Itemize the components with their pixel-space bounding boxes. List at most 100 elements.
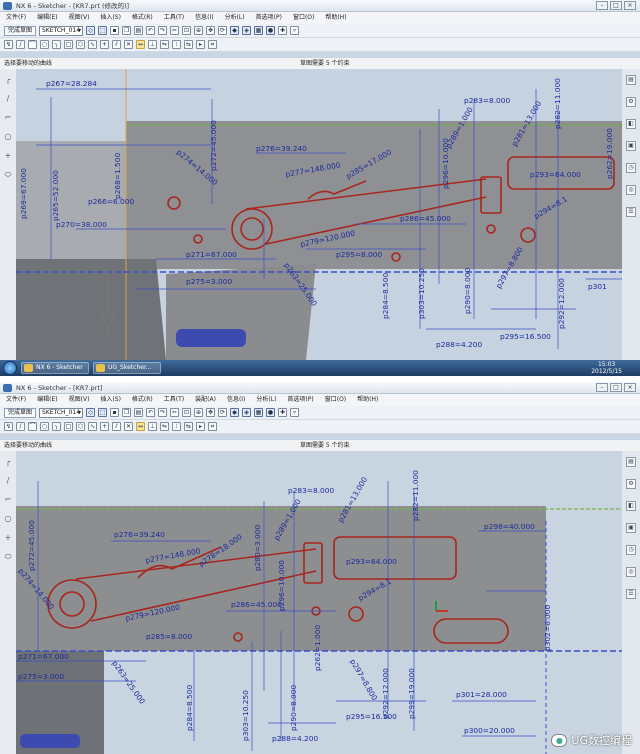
spline-icon[interactable]: ∿ (88, 40, 97, 49)
dim-p296[interactable]: p296=10.000 (441, 138, 450, 189)
dim-p303[interactable]: p303=10.250 (241, 690, 250, 741)
maximize-button[interactable]: □ (610, 1, 622, 10)
menu-window[interactable]: 窗口(O) (293, 12, 314, 24)
menu-analysis[interactable]: 分析(L) (256, 394, 276, 406)
copy-icon[interactable]: ❐ (122, 26, 132, 35)
ellipse-tool-icon[interactable]: ⬭ (5, 552, 12, 562)
menu-view[interactable]: 视图(V) (69, 394, 90, 406)
dim-p275[interactable]: p275=3.000 (18, 672, 64, 681)
shaded-view-icon[interactable]: ◆ (230, 26, 240, 35)
layer-icon[interactable]: ▦ (254, 408, 264, 417)
sketch-canvas[interactable]: p272=45.000 p276=39.240 p277=148.000 p27… (16, 451, 622, 754)
dim-p298[interactable]: p298=40.000 (484, 522, 535, 531)
dim-p276[interactable]: p276=39.240 (114, 530, 165, 539)
reattach-icon[interactable]: ⬚ (98, 26, 108, 35)
assembly-navigator-icon[interactable]: ▤ (626, 457, 636, 467)
minimize-button[interactable]: – (596, 1, 608, 10)
circle-icon[interactable]: ○ (40, 40, 49, 49)
dim-p268[interactable]: p268=1.500 (113, 153, 122, 199)
rotate-icon[interactable]: ⟳ (218, 408, 228, 417)
dim-p293[interactable]: p293=64.000 (530, 170, 581, 179)
save-icon[interactable]: ▪ (110, 26, 120, 35)
dim-p271[interactable]: p271=67.000 (18, 652, 69, 661)
menu-format[interactable]: 格式(R) (132, 394, 153, 406)
arc-icon[interactable]: ⌒ (28, 40, 37, 49)
dim-p284[interactable]: p284=8.500 (185, 685, 194, 731)
corner-tool-icon[interactable]: ⌐ (5, 113, 12, 122)
menu-tools[interactable]: 工具(T) (164, 394, 184, 406)
dim-p296[interactable]: p296=10.000 (277, 560, 286, 611)
menu-preferences[interactable]: 首选项(P) (287, 394, 313, 406)
dim-p301[interactable]: p301 (588, 282, 607, 291)
circle-tool-icon[interactable]: ○ (5, 514, 12, 523)
rectangle-icon[interactable]: □ (64, 40, 73, 49)
ellipse-tool-icon[interactable]: ⬭ (5, 170, 12, 180)
dim-p283[interactable]: p283=8.000 (464, 96, 510, 105)
menu-insert[interactable]: 插入(S) (100, 394, 121, 406)
arc-icon[interactable]: ⌒ (28, 422, 37, 431)
profile-icon[interactable]: ↯ (4, 40, 13, 49)
zoom-icon[interactable]: ⊕ (194, 26, 204, 35)
menu-info[interactable]: 信息(I) (227, 394, 245, 406)
arc-tool-icon[interactable]: ╭ (6, 457, 11, 466)
mirror-icon[interactable]: ⇋ (160, 422, 169, 431)
mirror-icon[interactable]: ⇋ (160, 40, 169, 49)
dim-p285[interactable]: p285=8.000 (146, 632, 192, 641)
paste-icon[interactable]: ▤ (134, 408, 144, 417)
maximize-button[interactable]: □ (610, 383, 622, 392)
dim-p295[interactable]: p295=8.000 (336, 250, 382, 259)
taskbar-item-nx[interactable]: NX 6 - Sketcher (21, 362, 89, 374)
cut-icon[interactable]: ✂ (170, 26, 180, 35)
select-filter-icon[interactable]: ▿ (290, 26, 300, 35)
menu-view[interactable]: 视图(V) (69, 12, 90, 24)
dim-p282[interactable]: p282=11.000 (553, 78, 562, 129)
menu-window[interactable]: 窗口(O) (325, 394, 346, 406)
constraint-navigator-icon[interactable]: ⚙ (626, 479, 636, 489)
menu-help[interactable]: 帮助(H) (325, 12, 346, 24)
snap-icon[interactable]: ✚ (278, 26, 288, 35)
point-icon[interactable]: + (100, 40, 109, 49)
history-icon[interactable]: ◷ (626, 545, 636, 555)
menu-edit[interactable]: 编辑(E) (37, 12, 57, 24)
wireframe-view-icon[interactable]: ◈ (242, 408, 252, 417)
convert-reference-icon[interactable]: ⇆ (184, 422, 193, 431)
dim-p286[interactable]: p286=45.000 (231, 600, 282, 609)
part-navigator-icon[interactable]: ◧ (626, 501, 636, 511)
redo-icon[interactable]: ↷ (158, 408, 168, 417)
dim-p272[interactable]: p272=45.000 (27, 520, 36, 571)
fillet-icon[interactable]: ╮ (52, 40, 61, 49)
dim-p265[interactable]: p265=52.000 (51, 170, 60, 221)
trim-icon[interactable]: ✕ (124, 40, 133, 49)
quick-dimension-icon[interactable]: ↔ (136, 40, 145, 49)
roles-icon[interactable]: ☰ (626, 589, 636, 599)
web-browser-icon[interactable]: ◎ (626, 185, 636, 195)
dim-p280[interactable]: p280=3.000 (253, 525, 262, 571)
dim-p283[interactable]: p283=8.000 (288, 486, 334, 495)
dim-p286[interactable]: p286=45.000 (400, 214, 451, 223)
finish-sketch-button[interactable]: 完成草图 (4, 25, 37, 36)
trim-icon[interactable]: ✕ (124, 422, 133, 431)
roles-icon[interactable]: ☰ (626, 207, 636, 217)
menu-analysis[interactable]: 分析(L) (225, 12, 245, 24)
point-tool-icon[interactable]: + (5, 533, 12, 542)
orient-view-icon[interactable]: ◇ (86, 408, 96, 417)
animate-icon[interactable]: ▸ (196, 422, 205, 431)
close-button[interactable]: × (624, 1, 636, 10)
sketch-canvas[interactable]: p267=28.284 p276=39.240 p277=148.000 p27… (16, 69, 622, 360)
rotate-icon[interactable]: ⟳ (218, 26, 228, 35)
dim-p301[interactable]: p301=28.000 (456, 690, 507, 699)
menu-tools[interactable]: 工具(T) (164, 12, 184, 24)
menu-info[interactable]: 信息(I) (195, 12, 213, 24)
line-icon[interactable]: / (16, 40, 25, 49)
dim-p299[interactable]: p299=19.000 (407, 668, 416, 719)
constraint-navigator-icon[interactable]: ⚙ (626, 97, 636, 107)
arc-tool-icon[interactable]: ╭ (6, 75, 11, 84)
dim-p288[interactable]: p288=4.200 (272, 734, 318, 743)
dim-p295[interactable]: p295=16.500 (346, 712, 397, 721)
circle-icon[interactable]: ○ (40, 422, 49, 431)
snap-icon[interactable]: ✚ (278, 408, 288, 417)
polygon-icon[interactable]: ⬡ (76, 40, 85, 49)
history-icon[interactable]: ◷ (626, 163, 636, 173)
minimize-button[interactable]: – (596, 383, 608, 392)
convert-reference-icon[interactable]: ⇆ (184, 40, 193, 49)
